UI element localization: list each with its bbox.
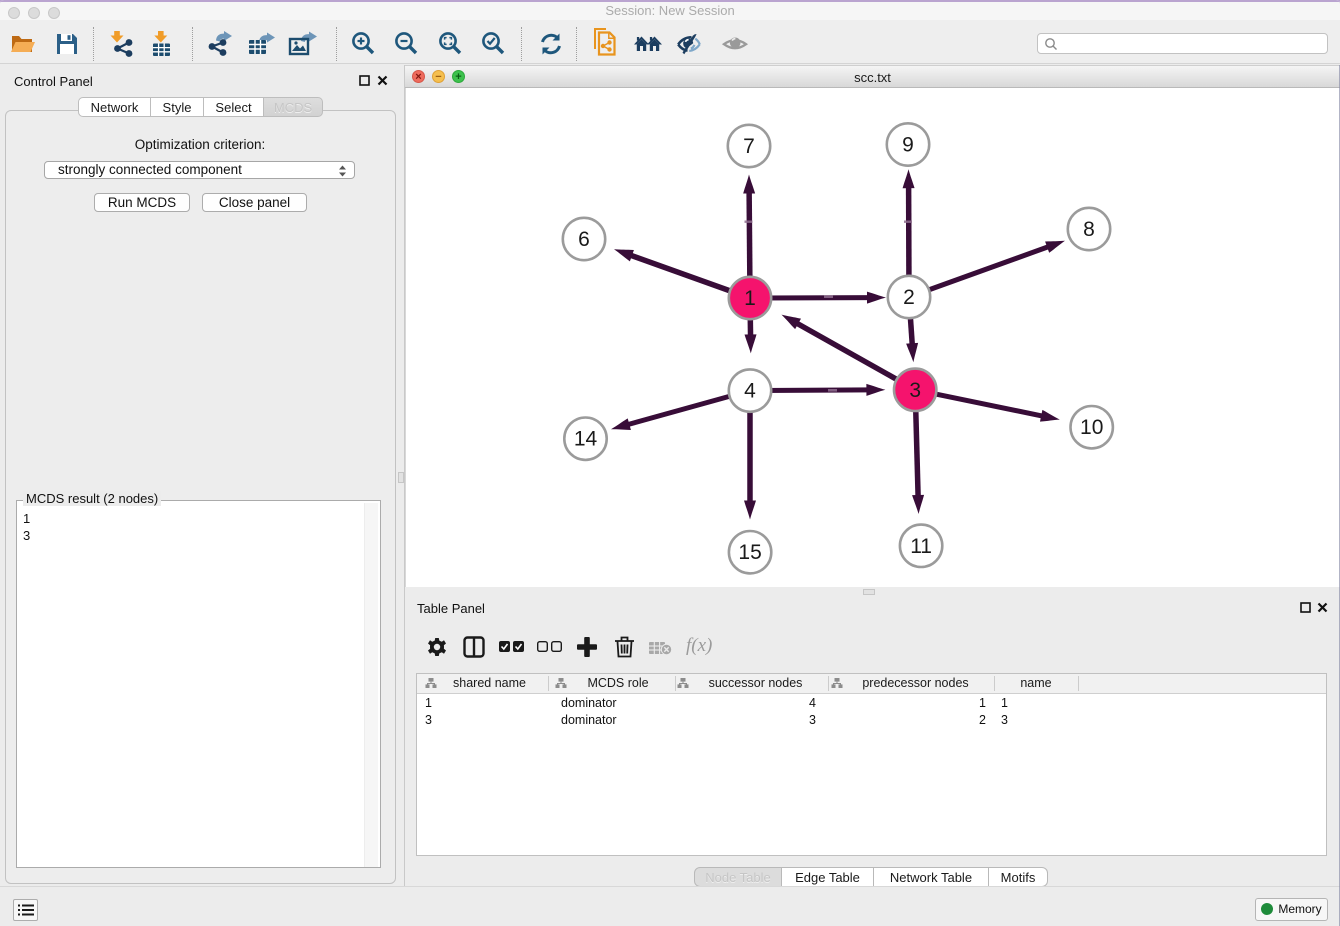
svg-text:11: 11 [910,535,932,558]
svg-text:15: 15 [738,541,761,564]
svg-text:8: 8 [1083,218,1095,241]
svg-text:7: 7 [743,135,755,158]
svg-text:3: 3 [909,379,921,402]
svg-text:9: 9 [902,134,914,157]
svg-text:2: 2 [903,286,915,309]
svg-text:1: 1 [744,287,756,310]
svg-text:10: 10 [1080,416,1103,439]
svg-text:14: 14 [574,428,598,451]
svg-text:4: 4 [744,380,756,403]
svg-text:6: 6 [578,228,590,251]
